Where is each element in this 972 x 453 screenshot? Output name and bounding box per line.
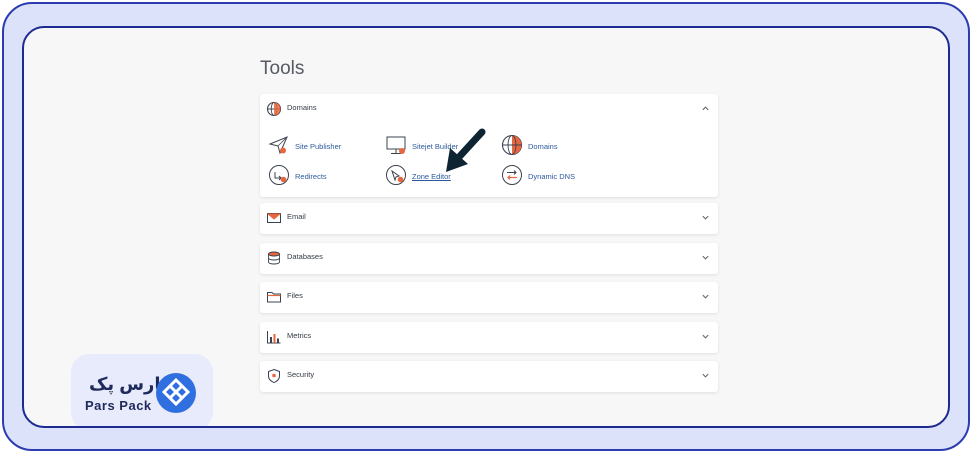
shield-icon <box>268 368 280 384</box>
paper-plane-icon <box>268 136 288 155</box>
chevron-down-icon[interactable] <box>701 253 710 262</box>
metrics-panel[interactable]: Metrics <box>260 322 718 353</box>
metrics-panel-label: Metrics <box>287 331 312 340</box>
globe-icon <box>501 134 523 156</box>
site-publisher-label: Site Publisher <box>295 142 342 151</box>
redirects-label: Redirects <box>295 172 327 181</box>
domains-tool-label: Domains <box>528 142 558 151</box>
chevron-up-icon[interactable] <box>701 104 710 113</box>
page-title: Tools <box>260 58 305 79</box>
dynamic-dns-tool[interactable]: Dynamic DNS <box>501 164 601 188</box>
chevron-down-icon[interactable] <box>701 371 710 380</box>
globe-icon <box>266 101 282 117</box>
domains-panel-label: Domains <box>287 103 317 112</box>
site-publisher-tool[interactable]: Site Publisher <box>268 134 368 158</box>
brand-name-en: Pars Pack <box>85 398 152 413</box>
database-icon <box>268 251 280 265</box>
envelope-icon <box>267 213 281 223</box>
monitor-icon <box>386 136 406 154</box>
folder-icon <box>267 292 281 303</box>
swap-arrows-icon <box>502 165 522 185</box>
redirect-icon <box>269 165 289 185</box>
email-panel-label: Email <box>287 212 306 221</box>
brand-card: پارس پک Pars Pack <box>71 354 213 426</box>
screenshot-frame: Tools Domains Site Publisher Sitejet Bui… <box>22 26 950 428</box>
chevron-down-icon[interactable] <box>701 332 710 341</box>
chevron-down-icon[interactable] <box>701 213 710 222</box>
pointer-arrow-icon <box>446 128 486 172</box>
databases-panel-label: Databases <box>287 252 323 261</box>
databases-panel[interactable]: Databases <box>260 243 718 274</box>
bar-chart-icon <box>267 331 281 344</box>
email-panel[interactable]: Email <box>260 203 718 234</box>
chevron-down-icon[interactable] <box>701 292 710 301</box>
security-panel[interactable]: Security <box>260 361 718 392</box>
domains-panel-header[interactable]: Domains <box>260 94 718 124</box>
domains-tool[interactable]: Domains <box>501 134 601 158</box>
security-panel-label: Security <box>287 370 315 379</box>
redirects-tool[interactable]: Redirects <box>268 164 368 188</box>
files-panel-label: Files <box>287 291 303 300</box>
zone-editor-icon <box>386 165 406 185</box>
pars-pack-logo-icon <box>156 373 196 413</box>
files-panel[interactable]: Files <box>260 282 718 313</box>
domains-panel: Domains Site Publisher Sitejet Builder D… <box>260 94 718 197</box>
dynamic-dns-label: Dynamic DNS <box>528 172 576 181</box>
